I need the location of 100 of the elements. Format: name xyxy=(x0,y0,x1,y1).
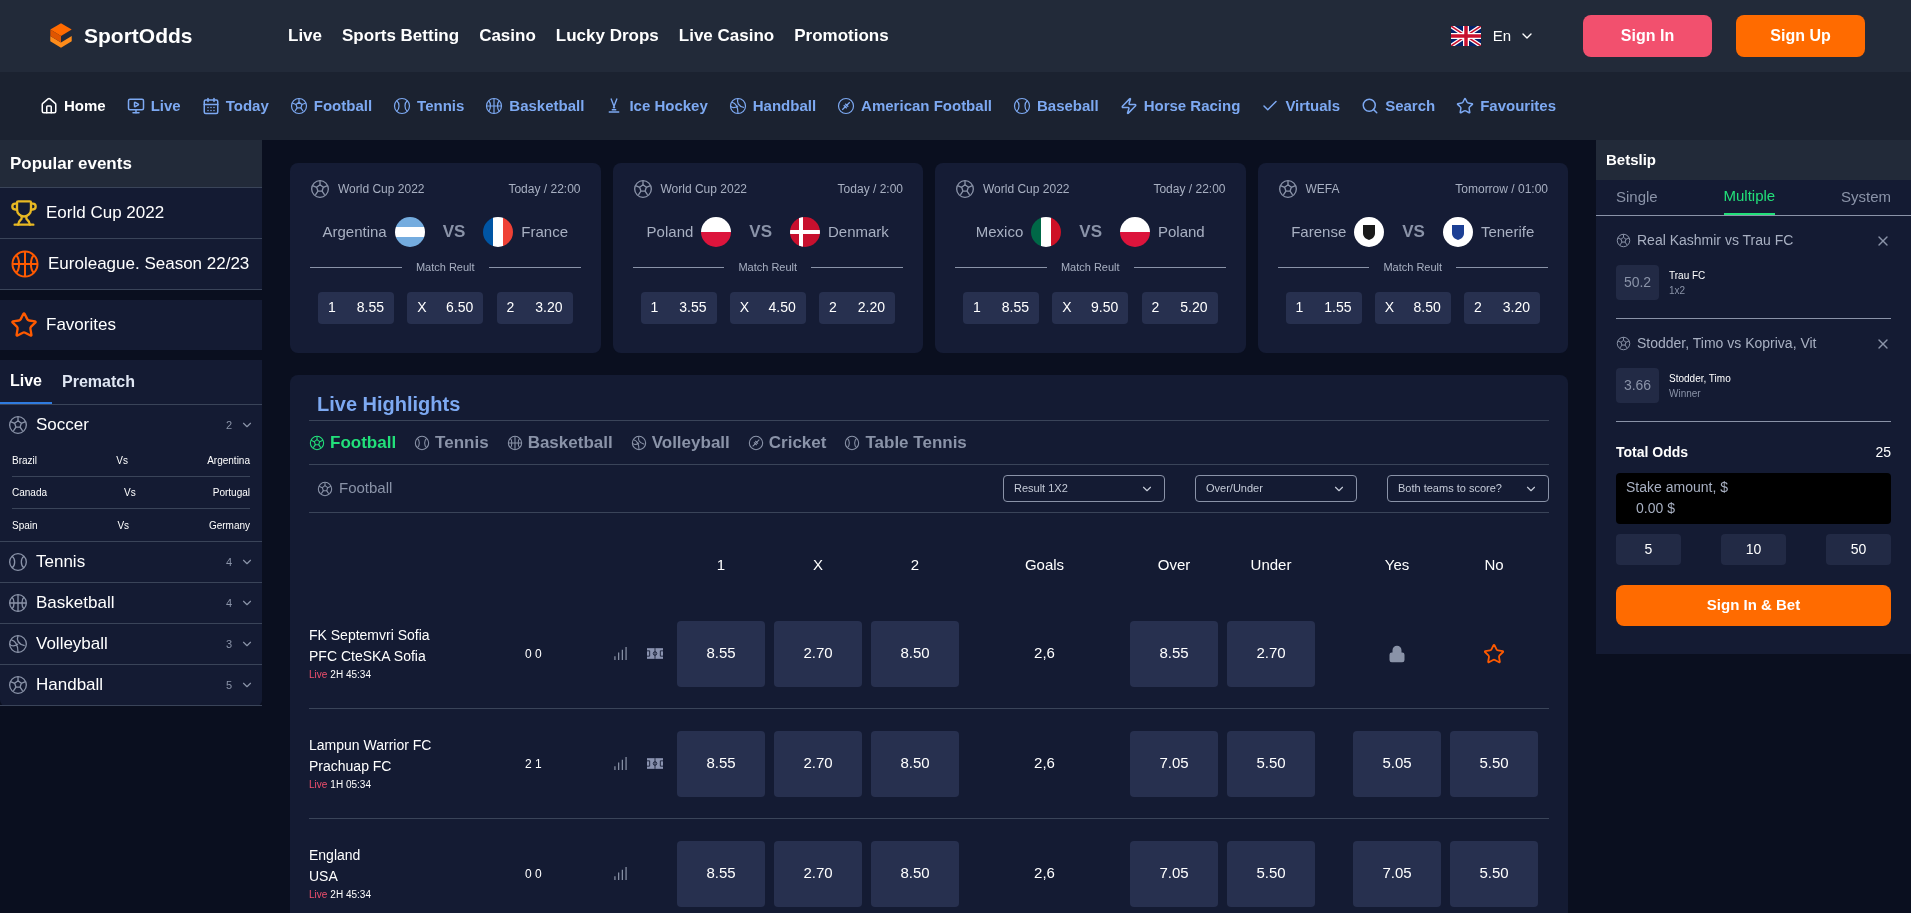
odds-button[interactable]: 7.05 xyxy=(1130,840,1218,907)
sport-nav-link[interactable]: Favourites xyxy=(1456,94,1557,118)
ball-icon xyxy=(837,97,856,115)
flag-icon xyxy=(483,217,514,247)
market-select[interactable]: Both teams to score? xyxy=(1387,475,1549,502)
odds-button[interactable]: 8.50 xyxy=(871,620,959,687)
match-time: 1H 05:34 xyxy=(330,778,371,792)
quick-amount-button[interactable]: 5 xyxy=(1616,534,1681,565)
odds-button[interactable]: 8.55 xyxy=(677,730,765,797)
betslip-tab[interactable]: Single xyxy=(1616,180,1658,215)
sport-tab[interactable]: Table Tennis xyxy=(844,429,967,456)
odds-button[interactable]: 1 1.55 xyxy=(1285,291,1362,324)
odds-button[interactable]: 8.55 xyxy=(677,620,765,687)
quick-amount-button[interactable]: 50 xyxy=(1826,534,1891,565)
odds-button[interactable]: 2.70 xyxy=(774,840,862,907)
star-icon[interactable] xyxy=(1483,642,1505,665)
betslip-tab[interactable]: System xyxy=(1841,180,1891,215)
nav-link[interactable]: Promotions xyxy=(794,23,889,49)
odds-button[interactable]: 2.70 xyxy=(774,730,862,797)
odds-button[interactable]: 2 3.20 xyxy=(1464,291,1540,324)
nav-link[interactable]: Sports Betting xyxy=(342,23,460,49)
live-label: Live xyxy=(309,668,328,682)
odds-button[interactable]: 5.50 xyxy=(1450,840,1538,907)
team-name: Canada xyxy=(12,486,48,500)
sport-nav-link[interactable]: Live xyxy=(126,94,181,118)
odds-button[interactable]: 2 5.20 xyxy=(1141,291,1218,324)
sport-nav-link[interactable]: Football xyxy=(289,94,373,118)
goals-value: 2,6 xyxy=(1033,643,1056,664)
nav-link[interactable]: Live xyxy=(288,23,323,49)
sport-tab[interactable]: Cricket xyxy=(747,429,827,456)
popular-event-item[interactable]: Eorld Cup 2022 xyxy=(0,188,262,239)
nav-link[interactable]: Casino xyxy=(479,23,536,49)
sport-category-row[interactable]: Volleyball 3 xyxy=(0,624,262,664)
sport-tab[interactable]: Football xyxy=(309,429,397,456)
sport-category-row[interactable]: Handball 5 xyxy=(0,665,262,705)
sport-nav-link[interactable]: Tennis xyxy=(393,94,465,118)
flag-icon xyxy=(394,217,425,247)
odds-button[interactable]: 8.55 xyxy=(677,840,765,907)
odds-button[interactable]: 7.05 xyxy=(1130,730,1218,797)
odds-button[interactable]: 2.70 xyxy=(774,620,862,687)
search-icon xyxy=(1361,97,1380,115)
ball-icon xyxy=(728,97,747,115)
sport-nav-link[interactable]: Ice Hockey xyxy=(605,94,708,118)
betslip-tab[interactable]: Multiple xyxy=(1723,180,1776,215)
sport-nav-link[interactable]: Search xyxy=(1361,94,1436,118)
sport-tab[interactable]: Basketball xyxy=(506,429,613,456)
sport-nav-link[interactable]: Baseball xyxy=(1012,94,1099,118)
sport-nav-link[interactable]: Horse Racing xyxy=(1119,94,1241,118)
sport-nav-link[interactable]: Virtuals xyxy=(1261,94,1341,118)
ball-icon xyxy=(747,434,764,451)
odds-button[interactable]: 1 8.55 xyxy=(318,291,394,324)
sidebar-tab[interactable]: Live xyxy=(0,360,52,404)
team-name: Argentina xyxy=(207,454,250,468)
odds-button[interactable]: 1 3.55 xyxy=(640,291,717,324)
team-name: England xyxy=(309,846,362,865)
odds-button[interactable]: X 6.50 xyxy=(407,291,484,324)
odds-button[interactable]: 2 2.20 xyxy=(819,291,895,324)
sport-nav-link[interactable]: Home xyxy=(40,94,106,118)
odds-button[interactable]: 7.05 xyxy=(1353,840,1441,907)
odds-button[interactable]: 1 8.55 xyxy=(963,291,1039,324)
odds-button[interactable]: X 9.50 xyxy=(1052,291,1129,324)
match-time: 2H 45:34 xyxy=(330,888,371,902)
odds-button[interactable]: X 8.50 xyxy=(1374,291,1451,324)
odds-button[interactable]: X 4.50 xyxy=(729,291,806,324)
odds-button[interactable]: 8.55 xyxy=(1130,620,1218,687)
nav-link[interactable]: Lucky Drops xyxy=(555,23,659,49)
odds-button[interactable]: 5.50 xyxy=(1227,840,1315,907)
sport-tab[interactable]: Tennis xyxy=(414,429,489,456)
team-name: Farense xyxy=(1291,221,1347,242)
odds-button[interactable]: 2.70 xyxy=(1227,620,1315,687)
sidebar-tab[interactable]: Prematch xyxy=(52,360,145,404)
column-header: Goals xyxy=(1023,554,1066,575)
sport-nav-link[interactable]: American Football xyxy=(837,94,992,118)
favorites-item[interactable]: Favorites xyxy=(0,300,262,350)
popular-event-item[interactable]: Euroleague. Season 22/23 xyxy=(0,239,262,290)
market-select[interactable]: Result 1X2 xyxy=(1003,475,1165,502)
stake-input[interactable]: 0.00 $ xyxy=(1626,498,1881,519)
sport-tab[interactable]: Volleyball xyxy=(630,429,730,456)
sport-category-row[interactable]: Soccer 2 xyxy=(0,405,262,445)
market-select[interactable]: Over/Under xyxy=(1195,475,1357,502)
odds-button[interactable]: 8.50 xyxy=(871,730,959,797)
language-selector[interactable]: En xyxy=(1492,24,1535,48)
star-icon xyxy=(1456,97,1475,115)
sport-nav-link[interactable]: Basketball xyxy=(485,94,585,118)
odds-button[interactable]: 5.50 xyxy=(1227,730,1315,797)
match-row[interactable]: Spain Vs Germany xyxy=(12,509,250,541)
versus-label: Vs xyxy=(116,454,128,468)
odds-button[interactable]: 2 3.20 xyxy=(496,291,573,324)
match-row[interactable]: Canada Vs Portugal xyxy=(12,477,250,509)
nav-link[interactable]: Live Casino xyxy=(678,23,775,49)
odds-button[interactable]: 5.50 xyxy=(1450,730,1538,797)
sport-category-row[interactable]: Tennis 4 xyxy=(0,542,262,582)
sport-nav-link[interactable]: Today xyxy=(201,94,269,118)
stake-field[interactable]: Stake amount, $ 0.00 $ xyxy=(1616,473,1891,524)
match-row[interactable]: Brazil Vs Argentina xyxy=(12,445,250,477)
odds-button[interactable]: 8.50 xyxy=(871,840,959,907)
quick-amount-button[interactable]: 10 xyxy=(1721,534,1786,565)
sport-category-row[interactable]: Basketball 4 xyxy=(0,583,262,623)
sport-nav-link[interactable]: Handball xyxy=(728,94,817,118)
odds-button[interactable]: 5.05 xyxy=(1353,730,1441,797)
